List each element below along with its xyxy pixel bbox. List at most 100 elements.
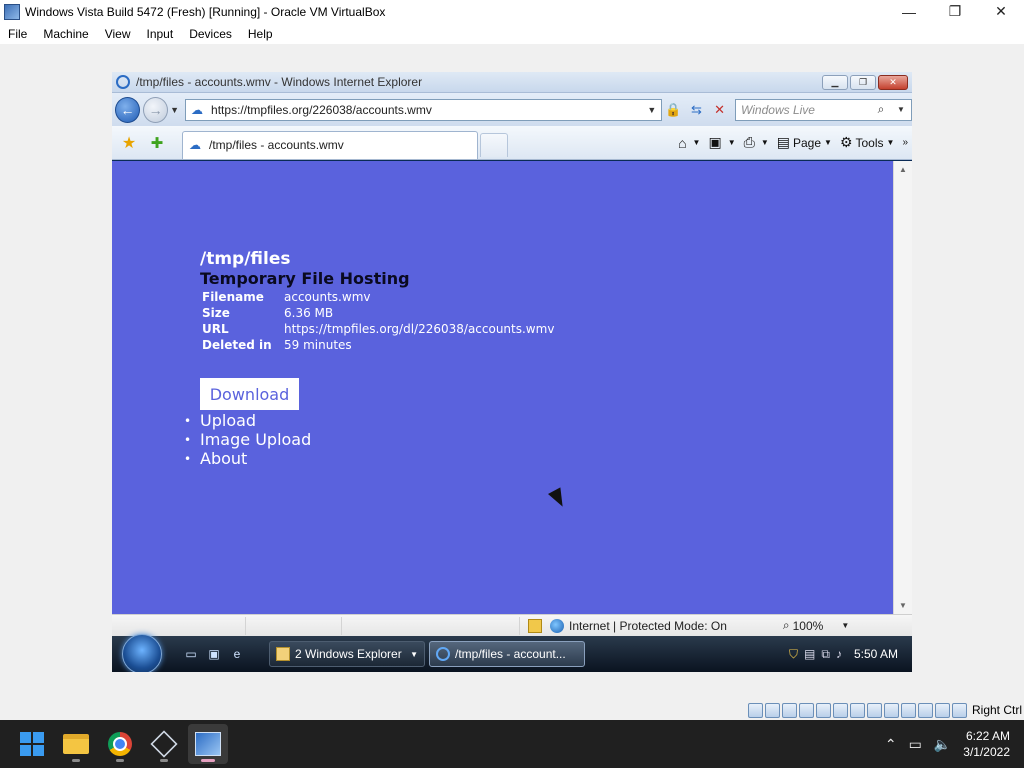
host-time: 6:22 AM <box>965 729 1010 743</box>
info-value: 59 minutes <box>284 338 352 352</box>
menu-help[interactable]: Help <box>240 27 281 41</box>
new-tab-button[interactable] <box>480 132 508 157</box>
show-desktop-icon[interactable]: ▭ <box>182 646 200 662</box>
language-bar-icon[interactable]: ▤ <box>804 647 815 661</box>
nav-link-image-upload[interactable]: Image Upload <box>200 430 311 449</box>
host-taskbar: ⌃ ▭ 🔈 6:22 AM 3/1/2022 <box>0 720 1024 768</box>
tab-current[interactable]: ☁ /tmp/files - accounts.wmv <box>182 130 478 159</box>
menu-devices[interactable]: Devices <box>181 27 240 41</box>
zoom-dropdown-icon[interactable]: ▼ <box>841 621 849 630</box>
forward-button[interactable]: → <box>143 96 169 123</box>
virtualbox-icon <box>4 3 20 20</box>
favorites-center-icon[interactable]: ★ <box>118 132 140 154</box>
address-bar[interactable]: ☁ https://tmpfiles.org/226038/accounts.w… <box>185 98 662 121</box>
search-options-dropdown-icon[interactable]: ▼ <box>891 105 911 114</box>
security-lock-icon[interactable]: 🔒 <box>662 99 685 121</box>
network-icon[interactable]: ⧉ <box>821 647 830 662</box>
network-adapter-icon[interactable] <box>815 702 831 718</box>
menu-view[interactable]: View <box>97 27 139 41</box>
printer-icon: ⎙ <box>743 134 755 150</box>
info-row-deleted-in: Deleted in 59 minutes <box>202 337 554 353</box>
nav-item-about[interactable]: • About <box>184 449 311 468</box>
guest-screen[interactable]: /tmp/files - accounts.wmv - Windows Inte… <box>112 72 912 672</box>
address-dropdown-icon[interactable]: ▼ <box>643 105 661 115</box>
search-input[interactable]: Windows Live <box>736 103 871 117</box>
security-center-icon[interactable]: ⛉ <box>789 647 798 662</box>
taskbar-ie-button[interactable]: /tmp/files - account... <box>429 641 585 667</box>
info-key: Filename <box>202 290 264 304</box>
taskbar-file-explorer[interactable] <box>56 724 96 764</box>
info-row-url: URL https://tmpfiles.org/dl/226038/accou… <box>202 321 554 337</box>
display-icon[interactable] <box>866 702 882 718</box>
home-icon: ⌂ <box>678 134 687 151</box>
menu-machine[interactable]: Machine <box>35 27 96 41</box>
chrome-icon <box>108 732 132 756</box>
restore-button[interactable]: ❐ <box>932 0 978 23</box>
scroll-down-icon[interactable]: ▼ <box>899 601 907 610</box>
volume-icon[interactable]: ♪ <box>836 647 842 661</box>
nav-item-image-upload[interactable]: • Image Upload <box>184 430 311 449</box>
ie-quicklaunch-icon[interactable]: e <box>228 646 246 662</box>
audio-icon[interactable] <box>798 702 814 718</box>
nav-item-upload[interactable]: • Upload <box>184 411 311 430</box>
search-icon[interactable]: ⌕ <box>871 102 891 117</box>
history-dropdown-icon[interactable]: ▼ <box>170 105 179 115</box>
floppy-icon[interactable] <box>781 702 797 718</box>
menu-file[interactable]: File <box>0 27 35 41</box>
home-button[interactable]: ⌂ ▼ <box>678 135 700 151</box>
ie-minimize-button[interactable]: ▁ <box>822 74 848 90</box>
mouse-integration-icon[interactable] <box>934 702 950 718</box>
shared-folders-icon[interactable] <box>849 702 865 718</box>
scroll-up-icon[interactable]: ▲ <box>899 165 907 174</box>
zoom-control[interactable]: ⌕ 100% ▼ <box>783 618 849 633</box>
host-date: 3/1/2022 <box>963 745 1010 759</box>
refresh-icon[interactable]: ⇆ <box>685 99 708 121</box>
toolbar-overflow-icon[interactable]: » <box>902 137 908 148</box>
host-clock[interactable]: 6:22 AM 3/1/2022 <box>963 728 1010 760</box>
optical-drive-icon[interactable] <box>764 702 780 718</box>
vbox-menubar: File Machine View Input Devices Help <box>0 23 1024 44</box>
snapshot-icon[interactable] <box>900 702 916 718</box>
page-menu[interactable]: ▤ Page ▼ <box>777 134 832 151</box>
file-explorer-icon <box>63 734 89 754</box>
close-button[interactable]: ✕ <box>978 0 1024 23</box>
back-button[interactable]: ← <box>115 96 141 123</box>
minimize-button[interactable]: — <box>886 0 932 23</box>
print-button[interactable]: ⎙ ▼ <box>744 134 769 151</box>
taskbar-explorer-button[interactable]: 2 Windows Explorer ▼ <box>269 641 425 667</box>
menu-input[interactable]: Input <box>139 27 182 41</box>
network-icon[interactable]: ▭ <box>909 736 922 753</box>
host-key-label: Right Ctrl <box>971 703 1022 717</box>
nav-link-upload[interactable]: Upload <box>200 411 256 430</box>
security-zone[interactable]: Internet | Protected Mode: On <box>528 618 727 633</box>
hard-disk-icon[interactable] <box>747 702 763 718</box>
taskbar-virtualbox[interactable] <box>144 724 184 764</box>
cpu-icon[interactable] <box>917 702 933 718</box>
tools-menu[interactable]: ⚙ Tools ▼ <box>840 134 895 151</box>
vista-start-orb[interactable] <box>122 634 162 672</box>
ie-close-button[interactable]: ✕ <box>878 74 908 90</box>
stop-icon[interactable]: ✕ <box>708 99 731 121</box>
start-button[interactable] <box>12 724 52 764</box>
keyboard-capture-icon[interactable] <box>951 702 967 718</box>
ie-navbar: ← → ▼ ☁ https://tmpfiles.org/226038/acco… <box>112 93 912 126</box>
search-box[interactable]: Windows Live ⌕ ▼ <box>735 98 912 121</box>
video-capture-icon[interactable] <box>883 702 899 718</box>
switch-windows-icon[interactable]: ▣ <box>205 646 223 662</box>
address-url[interactable]: https://tmpfiles.org/226038/accounts.wmv <box>211 103 643 117</box>
taskbar-chrome[interactable] <box>100 724 140 764</box>
download-button[interactable]: Download <box>200 378 299 410</box>
show-hidden-icons-chevron-icon[interactable]: ⌃ <box>885 736 897 753</box>
nav-link-about[interactable]: About <box>200 449 247 468</box>
add-favorite-icon[interactable]: ✚ <box>146 132 168 154</box>
taskbar-vista-vm[interactable] <box>188 724 228 764</box>
usb-icon[interactable] <box>832 702 848 718</box>
vista-clock[interactable]: 5:50 AM <box>854 647 898 661</box>
vertical-scrollbar[interactable]: ▲ ▼ <box>893 161 912 614</box>
ie-maximize-button[interactable]: ❐ <box>850 74 876 90</box>
feeds-button[interactable]: ▣ ▼ <box>708 134 735 151</box>
page-subtitle: Temporary File Hosting <box>200 269 410 288</box>
windows-logo-icon <box>20 732 44 756</box>
ie-logo-icon <box>436 647 450 661</box>
volume-icon[interactable]: 🔈 <box>934 736 951 753</box>
